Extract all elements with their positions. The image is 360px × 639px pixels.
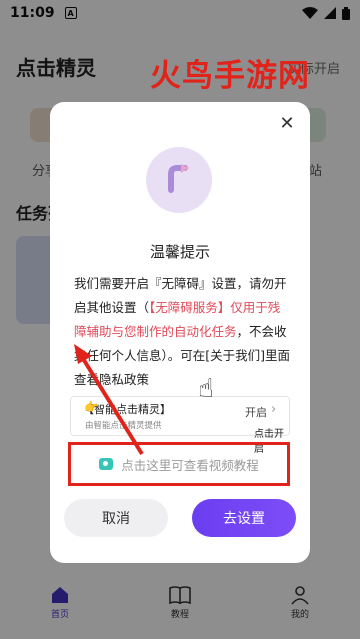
dialog-message: 我们需要开启『无障碍』设置，请勿开启其他设置（【无障碍服务】仅用于残障辅助与您制… (74, 272, 290, 392)
close-icon: ✕ (279, 112, 295, 134)
video-tutorial-link[interactable]: 点击这里可查看视频教程 (68, 442, 290, 486)
dialog-title: 温馨提示 (149, 243, 210, 261)
accessibility-dialog: ✕ 温馨提示 我们需要开启『无障碍』设置，请勿开启其他设置（【无障碍服务】仅用于… (50, 102, 310, 563)
watermark: 火鸟手游网 (150, 58, 310, 94)
pointing-hand-icon: 👉 (84, 400, 99, 414)
app-logo (146, 147, 212, 213)
tutorial-preview: 【智能点击精灵】 由智能点击精灵提供 开启 › 点击开启 (70, 396, 290, 455)
tap-hand-icon: ☝ (198, 374, 214, 404)
close-button[interactable]: ✕ (276, 112, 298, 134)
cancel-button[interactable]: 取消 (64, 499, 168, 537)
chevron-right-icon: › (271, 402, 277, 417)
go-settings-button[interactable]: 去设置 (192, 499, 296, 537)
touch-logo-icon (168, 164, 189, 193)
tutorial-subtitle: 由智能点击精灵提供 (85, 421, 162, 431)
tutorial-switch-label: 开启 (245, 406, 267, 419)
video-icon (99, 458, 114, 470)
video-tutorial-text: 点击这里可查看视频教程 (121, 457, 259, 473)
